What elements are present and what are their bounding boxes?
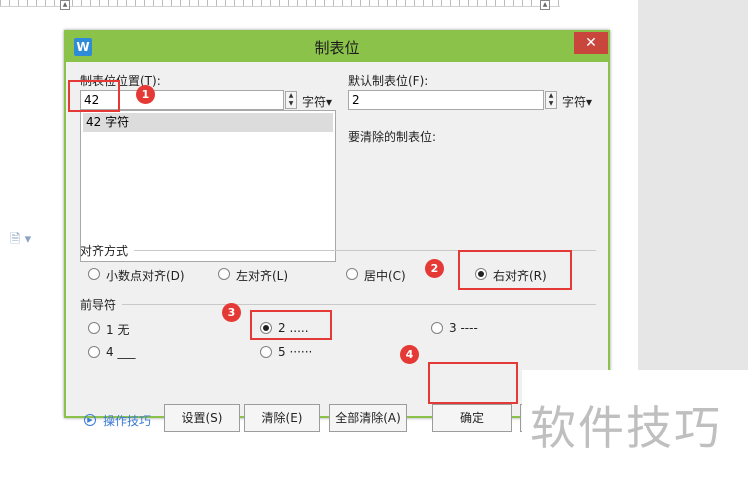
clear-tabs-label: 要清除的制表位: [348,130,437,144]
radio-icon[interactable] [346,268,358,280]
clear-button[interactable]: 清除(E) [244,404,320,432]
alignment-group-label: 对齐方式 [80,244,129,258]
watermark-text: 软件技巧 [530,401,722,455]
tips-link[interactable]: 操作技巧 [103,412,151,429]
leader-group-label: 前导符 [80,298,117,312]
clear-all-button[interactable]: 全部清除(A) [329,404,407,432]
leader-middots-option[interactable]: 5 ······ [278,345,312,359]
tab-position-spinner-icon[interactable]: ▲ ▼ [285,91,297,109]
annotation-badge: 4 [400,345,419,364]
horizontal-ruler[interactable] [0,0,560,7]
ok-button[interactable]: 确定 [432,404,512,432]
document-icon[interactable]: 🗎 ▾ [10,230,31,252]
annotation-box [68,80,120,112]
leader-divider [122,304,596,305]
list-item[interactable]: 42 字符 [83,113,333,132]
default-tab-input[interactable]: 2 [348,90,544,110]
close-button[interactable]: ✕ [574,32,608,54]
ruler-indent-marker-icon[interactable]: ▲ [60,0,70,10]
annotation-box [458,250,572,290]
align-left-option[interactable]: 左对齐(L) [236,267,288,284]
radio-icon[interactable] [88,322,100,334]
annotation-badge: 3 [222,303,241,322]
tab-position-list[interactable]: 42 字符 [80,110,336,262]
radio-icon[interactable] [88,346,100,358]
ruler-right-marker-icon[interactable]: ▲ [540,0,550,10]
annotation-badge: 1 [136,85,155,104]
align-center-option[interactable]: 居中(C) [364,267,406,284]
annotation-badge: 2 [425,259,444,278]
help-circle-icon[interactable]: ▶ [84,414,96,426]
leader-underline-option[interactable]: 4 ___ [106,345,135,359]
leader-dashes-option[interactable]: 3 ---- [449,321,478,335]
dialog-title: 制表位 [314,39,360,57]
default-tab-label: 默认制表位(F): [348,74,429,88]
radio-icon[interactable] [218,268,230,280]
radio-icon[interactable] [431,322,443,334]
default-tab-unit-select[interactable]: 字符▾ [562,93,592,110]
annotation-box [250,310,332,340]
radio-icon[interactable] [260,346,272,358]
tab-position-unit-select[interactable]: 字符▾ [302,93,332,110]
dialog-body: 制表位位置(T): 42 ▲ ▼ 字符▾ 42 字符 默认制表位(F): 2 ▲ ▼… [66,62,608,432]
dialog-titlebar[interactable]: W 制表位 ✕ [64,30,610,62]
radio-icon[interactable] [88,268,100,280]
annotation-box [428,362,518,404]
leader-none-option[interactable]: 1 无 [106,321,129,338]
default-tab-spinner-icon[interactable]: ▲ ▼ [545,91,557,109]
align-decimal-option[interactable]: 小数点对齐(D) [106,267,185,284]
set-button[interactable]: 设置(S) [164,404,240,432]
